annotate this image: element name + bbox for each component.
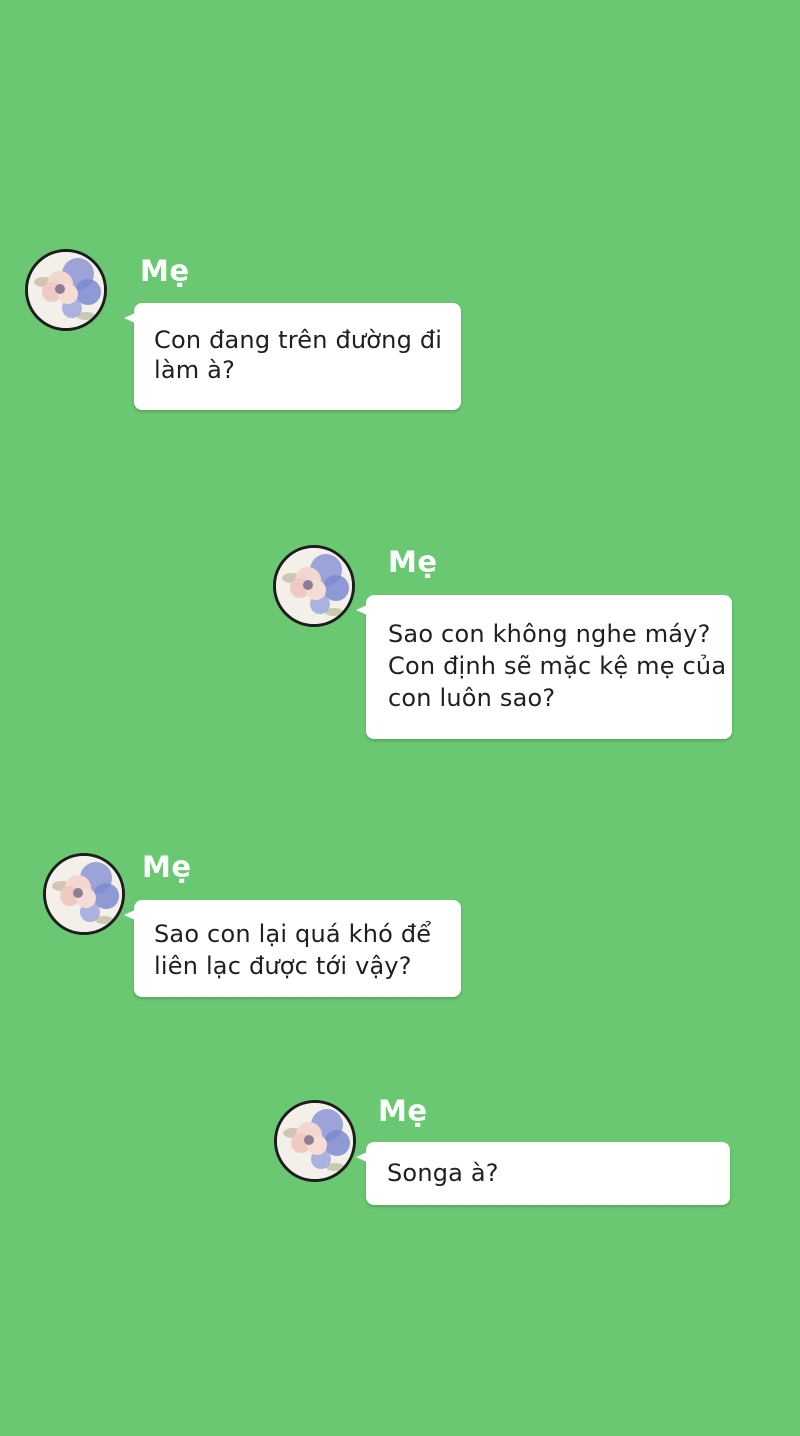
message-line: Sao con lại quá khó để	[154, 920, 432, 948]
sender-name: Mẹ	[378, 1094, 428, 1128]
chat-screen: Mẹ Con đang trên đường đi làm à? Mẹ Sao	[0, 0, 800, 1436]
message-line: Sao con không nghe máy?	[388, 620, 711, 648]
message-bubble[interactable]: Con đang trên đường đi làm à?	[124, 303, 461, 410]
message-bubble[interactable]: Sao con lại quá khó để liên lạc được tới…	[124, 900, 461, 997]
message-line: Con đang trên đường đi	[154, 326, 443, 354]
sender-name: Mẹ	[142, 850, 192, 884]
sender-name: Mẹ	[140, 254, 190, 288]
flower-avatar-icon[interactable]	[25, 249, 107, 331]
message-bubble[interactable]: Songa à?	[356, 1142, 730, 1205]
flower-avatar-icon[interactable]	[273, 545, 355, 627]
message-line: liên lạc được tới vậy?	[154, 952, 412, 980]
message-line: làm à?	[154, 356, 236, 384]
message-line: Con định sẽ mặc kệ mẹ của	[388, 652, 727, 680]
flower-avatar-icon[interactable]	[274, 1100, 356, 1182]
message-bubble[interactable]: Sao con không nghe máy? Con định sẽ mặc …	[356, 595, 732, 739]
message-line: Songa à?	[387, 1159, 499, 1187]
sender-name: Mẹ	[388, 545, 438, 579]
flower-avatar-icon[interactable]	[43, 853, 125, 935]
message-line: con luôn sao?	[388, 684, 556, 712]
